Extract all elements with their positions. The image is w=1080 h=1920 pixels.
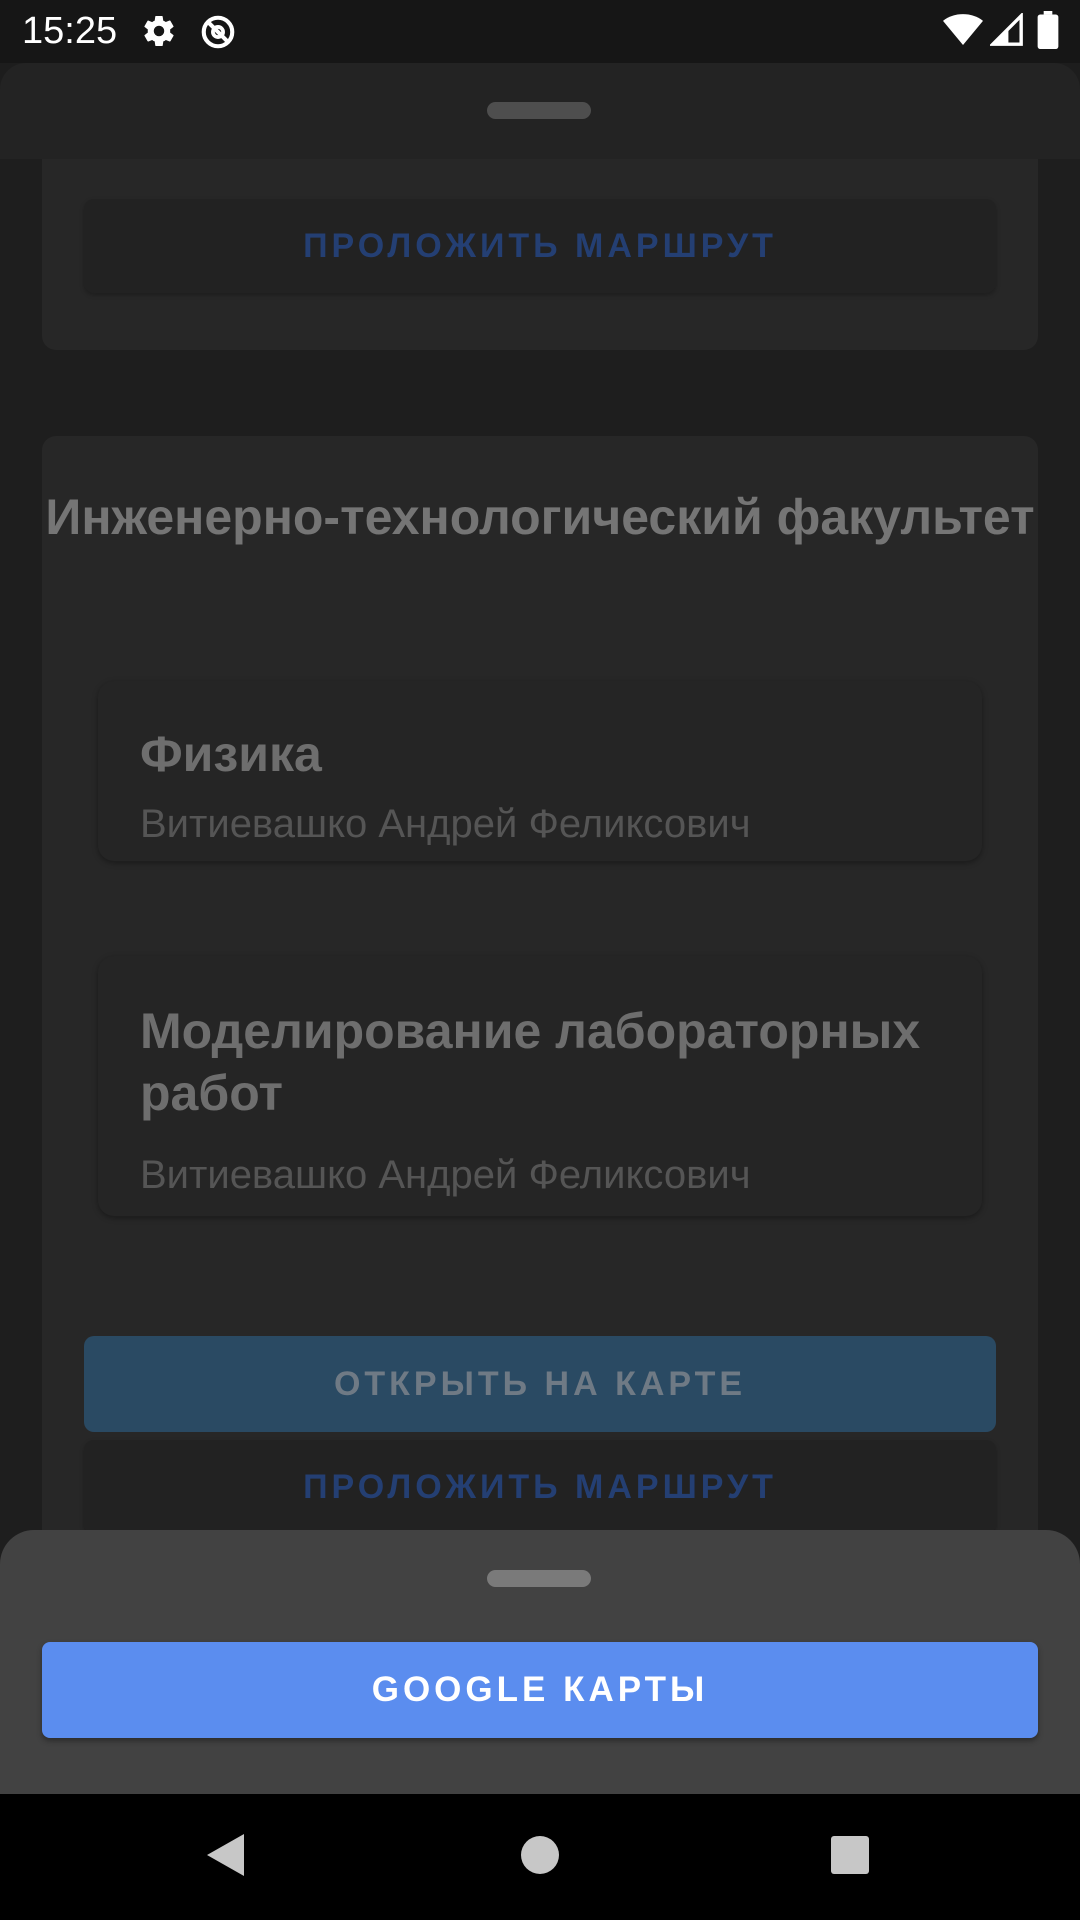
status-time: 15:25 <box>22 10 118 52</box>
gear-icon <box>141 13 177 54</box>
back-button[interactable] <box>145 1794 305 1920</box>
recents-button[interactable] <box>770 1794 930 1920</box>
location-off-icon <box>199 13 237 56</box>
open-on-map-button[interactable]: ОТКРЫТЬ НА КАРТЕ <box>84 1336 996 1432</box>
faculty-title: Инженерно-технологический факультет <box>45 489 1035 545</box>
battery-icon <box>1037 11 1059 54</box>
subject-title: Физика <box>140 726 322 782</box>
drag-handle[interactable] <box>487 1570 591 1587</box>
build-route-button[interactable]: ПРОЛОЖИТЬ МАРШРУТ <box>84 1440 996 1534</box>
subject-card[interactable]: Физика Витиевашко Андрей Феликсович <box>98 681 982 861</box>
status-bar: 15:25 <box>0 0 1080 63</box>
drag-handle[interactable] <box>487 102 591 119</box>
back-icon <box>204 1832 246 1883</box>
signal-icon <box>988 11 1024 52</box>
maps-chooser-sheet: GOOGLE КАРТЫ <box>0 1530 1080 1794</box>
subject-teacher: Витиевашко Андрей Феликсович <box>140 1153 751 1197</box>
faculty-card: ПРОЛОЖИТЬ МАРШРУТ <box>42 159 1038 350</box>
recents-icon <box>830 1835 870 1880</box>
build-route-button[interactable]: ПРОЛОЖИТЬ МАРШРУТ <box>84 199 996 293</box>
subject-title: Моделирование лабораторных работ <box>140 1003 921 1121</box>
home-button[interactable] <box>460 1794 620 1920</box>
sheet-header <box>0 63 1080 159</box>
google-maps-button[interactable]: GOOGLE КАРТЫ <box>42 1642 1038 1738</box>
wifi-icon <box>943 13 983 52</box>
subject-teacher: Витиевашко Андрей Феликсович <box>140 802 751 846</box>
navigation-bar <box>0 1794 1080 1920</box>
screen: 15:25 ПРОЛОЖИТЬ МАРШРУТ Инженерно-технол… <box>0 0 1080 1920</box>
home-icon <box>520 1835 560 1880</box>
subject-card[interactable]: Моделирование лабораторных работ Витиева… <box>98 956 982 1216</box>
